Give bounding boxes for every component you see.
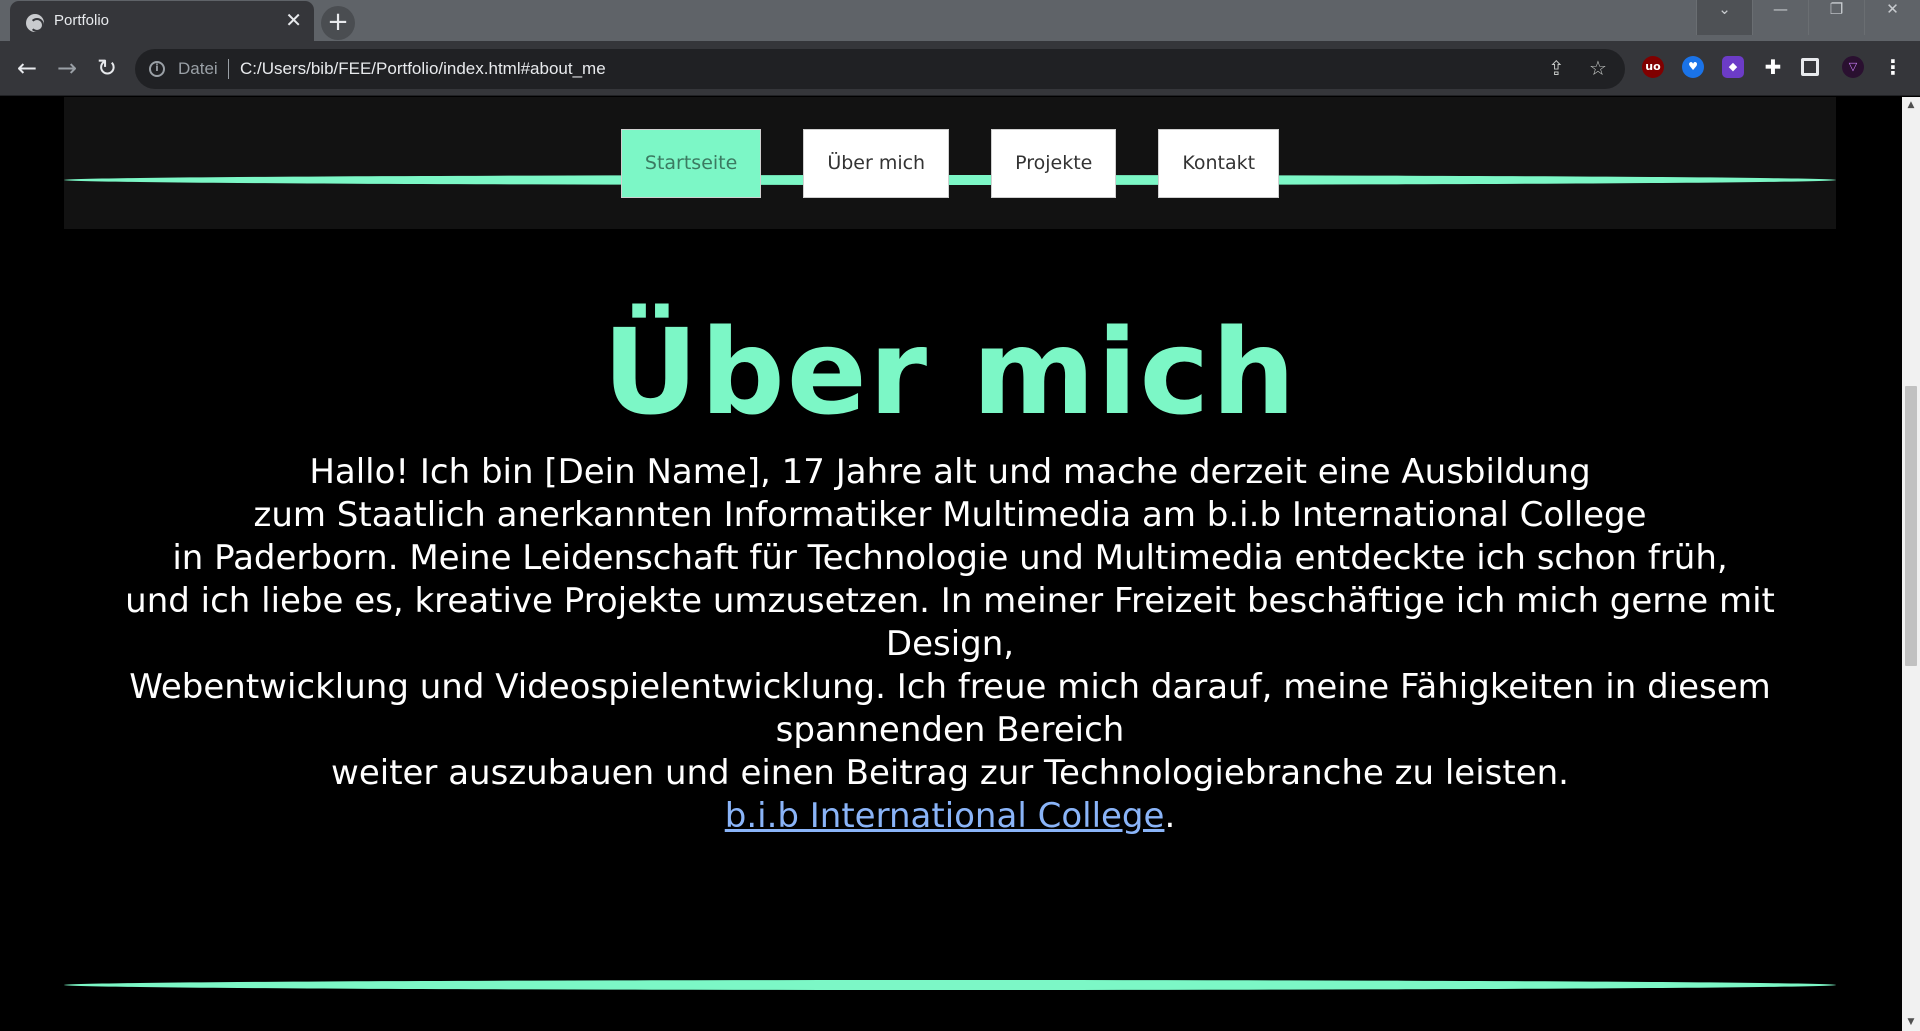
about-line: in Paderborn. Meine Leidenschaft für Tec… <box>172 538 1728 578</box>
globe-icon <box>26 14 44 32</box>
nav-item-kontakt[interactable]: Kontakt <box>1158 129 1280 198</box>
url-text[interactable]: C:/Users/bib/FEE/Portfolio/index.html#ab… <box>240 59 606 79</box>
nav-item-projekte[interactable]: Projekte <box>991 129 1117 198</box>
about-line: und ich liebe es, kreative Projekte umzu… <box>125 581 1775 664</box>
browser-tab-bar: Portfolio ✕ + ⌄ — ❐ ✕ <box>0 0 1920 41</box>
tab-close-icon[interactable]: ✕ <box>285 10 302 30</box>
about-paragraph: Hallo! Ich bin [Dein Name], 17 Jahre alt… <box>64 451 1836 838</box>
window-controls: ⌄ — ❐ ✕ <box>1696 0 1920 35</box>
url-divider <box>228 59 229 79</box>
scroll-up-arrow-icon[interactable]: ▲ <box>1902 97 1920 114</box>
ublock-icon[interactable]: uo <box>1642 56 1664 78</box>
about-section: Über mich Hallo! Ich bin [Dein Name], 17… <box>64 297 1836 838</box>
restore-button[interactable]: ❐ <box>1808 0 1864 35</box>
side-panel-icon[interactable] <box>1801 58 1819 76</box>
back-arrow-icon[interactable]: ← <box>12 53 42 83</box>
page-viewport: Startseite Über mich Projekte Kontakt Üb… <box>0 97 1902 1031</box>
about-title: Über mich <box>602 303 1298 441</box>
url-scheme-label: Datei <box>178 59 218 78</box>
page-scrollbar[interactable]: ▲ ▼ <box>1902 97 1920 1031</box>
profile-avatar-icon[interactable]: ▽ <box>1842 56 1864 78</box>
link-suffix: . <box>1164 796 1176 836</box>
share-icon[interactable]: ⇪ <box>1548 56 1565 80</box>
new-tab-button[interactable]: + <box>321 6 355 40</box>
minimize-button[interactable]: — <box>1752 0 1808 35</box>
privacy-badger-icon[interactable]: ◆ <box>1722 56 1744 78</box>
section-divider-line <box>64 980 1836 990</box>
browser-tab[interactable]: Portfolio ✕ <box>10 1 314 41</box>
scroll-down-arrow-icon[interactable]: ▼ <box>1902 1014 1920 1031</box>
address-bar[interactable]: i Datei C:/Users/bib/FEE/Portfolio/index… <box>135 49 1625 89</box>
about-link-line: b.i.b International College. <box>64 795 1836 838</box>
nav-item-ueber-mich[interactable]: Über mich <box>803 129 950 198</box>
college-link[interactable]: b.i.b International College <box>725 796 1165 836</box>
site-header: Startseite Über mich Projekte Kontakt <box>64 97 1836 229</box>
extensions-puzzle-icon[interactable]: ✚ <box>1762 56 1784 78</box>
scrollbar-thumb[interactable] <box>1905 386 1917 666</box>
browser-toolbar: ← → ↻ i Datei C:/Users/bib/FEE/Portfolio… <box>0 41 1920 96</box>
about-line: zum Staatlich anerkannten Informatiker M… <box>253 495 1647 535</box>
bookmark-star-icon[interactable]: ☆ <box>1589 56 1607 80</box>
about-line: Webentwicklung und Videospielentwicklung… <box>129 667 1771 750</box>
about-line: weiter auszubauen und einen Beitrag zur … <box>331 753 1569 793</box>
nav-item-startseite[interactable]: Startseite <box>620 129 762 198</box>
menu-kebab-icon[interactable]: ⋮ <box>1882 56 1904 78</box>
close-window-button[interactable]: ✕ <box>1864 0 1920 35</box>
info-icon[interactable]: i <box>149 61 165 77</box>
about-line: Hallo! Ich bin [Dein Name], 17 Jahre alt… <box>309 452 1591 492</box>
tab-title: Portfolio <box>54 12 110 29</box>
tab-search-icon[interactable]: ⌄ <box>1696 0 1752 35</box>
main-navigation: Startseite Über mich Projekte Kontakt <box>64 129 1836 198</box>
reload-icon[interactable]: ↻ <box>92 53 122 83</box>
forward-arrow-icon[interactable]: → <box>52 53 82 83</box>
extension-shield-icon[interactable]: ♥ <box>1682 56 1704 78</box>
